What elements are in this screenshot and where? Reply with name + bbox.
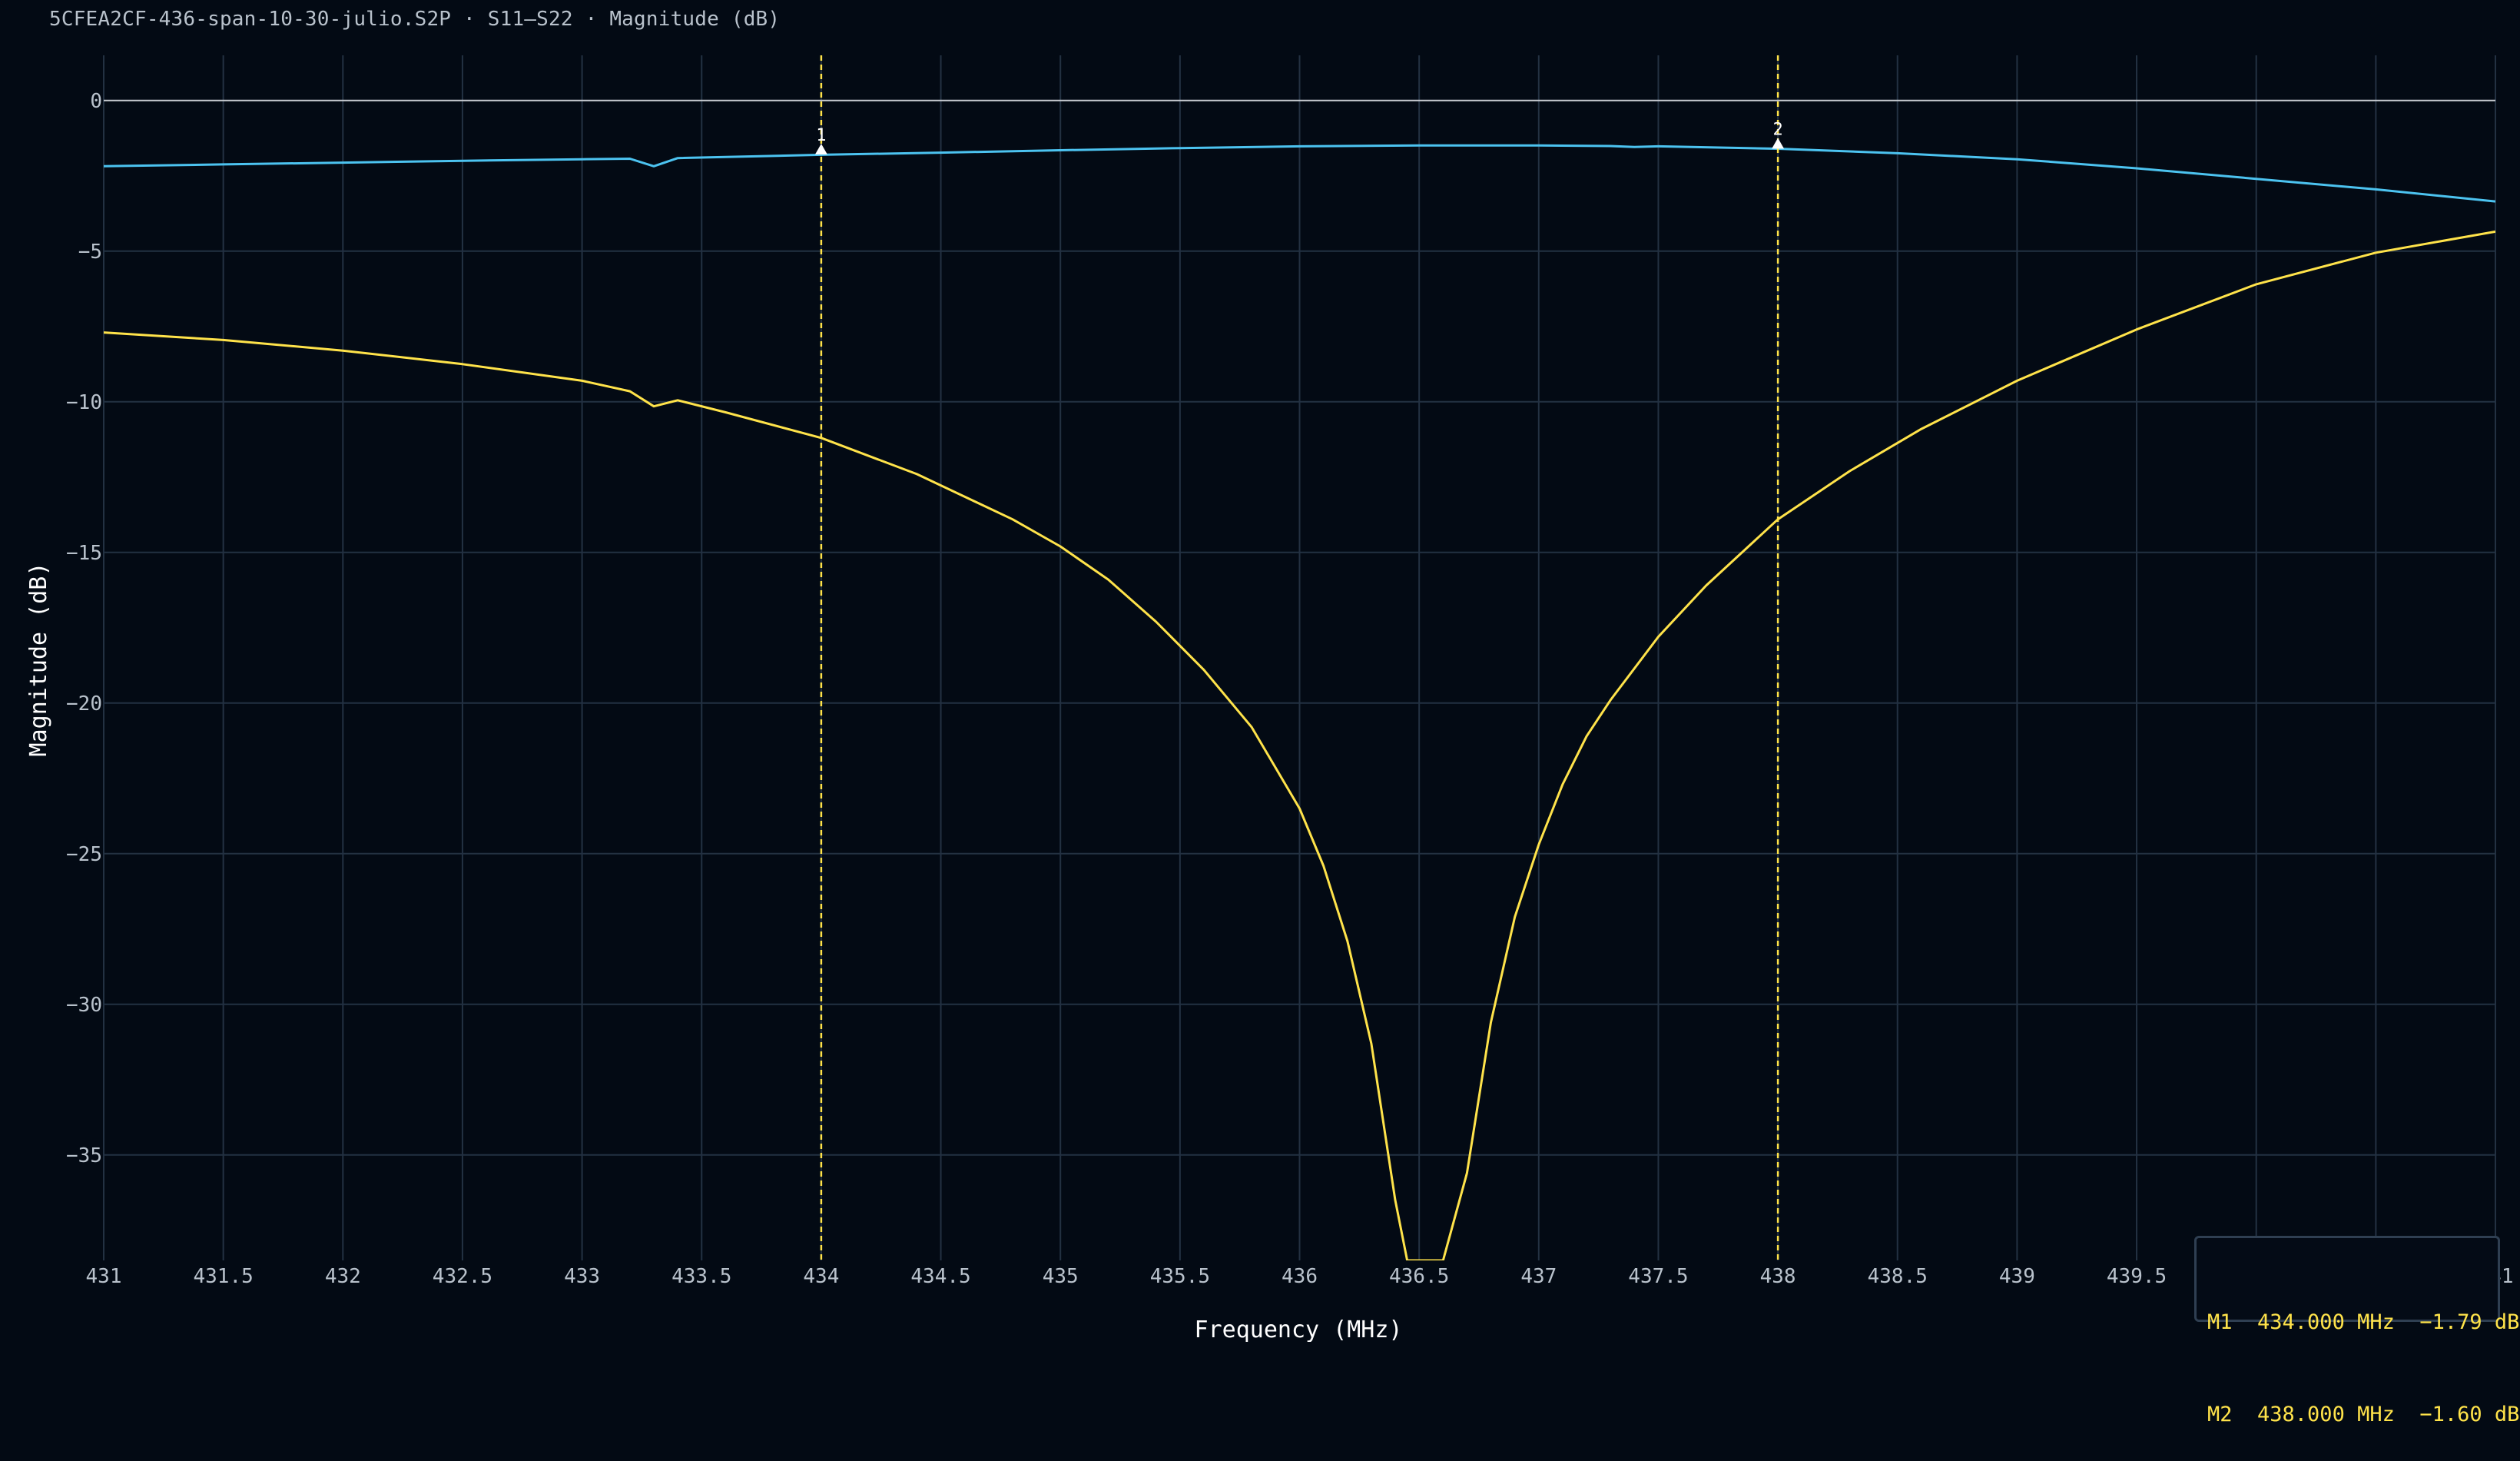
x-tick-label: 433	[564, 1265, 600, 1288]
marker-triangle	[814, 143, 827, 154]
x-tick-label: 435	[1043, 1265, 1079, 1288]
x-tick-label: 435.5	[1150, 1265, 1210, 1288]
y-tick-label: −35	[66, 1144, 102, 1167]
grid	[103, 55, 2496, 1260]
axis-ticks: 431 431.5 432 432.5 433 433.5 434 434.5 435 435.5…	[66, 90, 2513, 1288]
marker-id: M1	[2207, 1310, 2233, 1334]
marker-value: −1.60 dB	[2419, 1403, 2520, 1426]
x-tick-label: 431	[86, 1265, 122, 1288]
y-axis-label: Magnitude (dB)	[25, 563, 52, 757]
marker-readout-row: M2 438.000 MHz −1.60 dB	[2207, 1400, 2519, 1430]
marker-number: 2	[1772, 121, 1782, 140]
y-tick-label: −10	[66, 391, 102, 414]
x-tick-label: 432.5	[433, 1265, 492, 1288]
marker-triangle	[1772, 138, 1785, 149]
x-tick-label: 434	[803, 1265, 839, 1288]
y-tick-label: −30	[66, 994, 102, 1017]
x-tick-label: 434.5	[910, 1265, 970, 1288]
x-tick-label: 438	[1760, 1265, 1796, 1288]
x-tick-label: 436.5	[1389, 1265, 1449, 1288]
x-tick-label: 439.5	[2107, 1265, 2167, 1288]
marker-value: −1.79 dB	[2419, 1310, 2520, 1334]
x-axis-label: Frequency (MHz)	[1195, 1317, 1403, 1342]
marker-readout-panel: M1 434.000 MHz −1.79 dB M2 438.000 MHz −…	[2194, 1236, 2519, 1426]
y-tick-label: −15	[66, 542, 102, 565]
y-tick-label: 0	[90, 90, 102, 113]
x-tick-label: 438.5	[1868, 1265, 1928, 1288]
marker-id: M2	[2207, 1403, 2233, 1426]
x-tick-label: 439	[1999, 1265, 2035, 1288]
magnitude-plot[interactable]: 431 431.5 432 432.5 433 433.5 434 434.5 435 435.5…	[0, 0, 2520, 1342]
x-tick-label: 437.5	[1628, 1265, 1688, 1288]
y-tick-label: −5	[78, 241, 102, 264]
marker-frequency: 438.000 MHz	[2257, 1403, 2395, 1426]
y-tick-label: −20	[66, 692, 102, 716]
marker-frequency: 434.000 MHz	[2257, 1310, 2395, 1334]
x-tick-label: 431.5	[194, 1265, 254, 1288]
x-tick-label: 437	[1520, 1265, 1557, 1288]
x-tick-label: 432	[325, 1265, 361, 1288]
marker-number: 1	[816, 126, 826, 145]
y-tick-label: −25	[66, 843, 102, 866]
marker-readout-row: M1 434.000 MHz −1.79 dB	[2207, 1307, 2519, 1338]
x-tick-label: 436	[1282, 1265, 1318, 1288]
x-tick-label: 433.5	[671, 1265, 731, 1288]
